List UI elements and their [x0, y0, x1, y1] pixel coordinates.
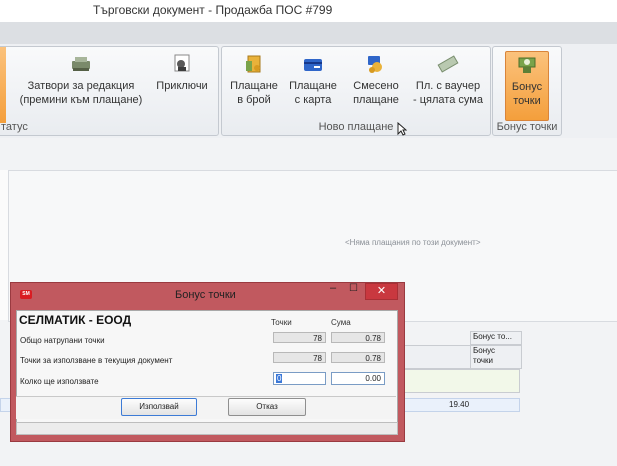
- company-name: СЕЛМАТИК - ЕООД: [19, 313, 132, 327]
- window-title-bar: Търговски документ - Продажба ПОС #799: [0, 0, 617, 22]
- mixed-payment-icon: [364, 53, 388, 75]
- voucher-line1: Пл. с ваучер: [415, 80, 481, 92]
- ribbon-group-status: Затвори за редакция (премини към плащане…: [0, 46, 219, 136]
- available-points-value: 78: [273, 352, 326, 363]
- dialog-button-row: [16, 396, 396, 419]
- grid-row-empty[interactable]: [395, 369, 520, 393]
- ribbon-group-new-payment: Плащане в брой Плащане с карта Смесено п…: [221, 46, 491, 136]
- grid-total-value: 19.40: [449, 400, 470, 409]
- card-line2: с карта: [294, 94, 332, 106]
- cash-payment-button[interactable]: Плащане в брой: [227, 51, 281, 107]
- use-points-input-value: 0: [276, 374, 283, 383]
- use-points-label: Колко ще използвате: [20, 377, 99, 386]
- column-header-sum: Сума: [331, 318, 351, 327]
- left-splitter[interactable]: [0, 170, 8, 320]
- no-payments-message: <Няма плащания по този документ>: [345, 238, 481, 247]
- close-icon[interactable]: ✕: [365, 283, 398, 300]
- mixed-line1: Смесено: [353, 80, 399, 92]
- new-payment-group-caption: Ново плащане: [318, 121, 394, 133]
- dialog-title: Бонус точки: [175, 289, 236, 301]
- grid-header-partial[interactable]: т: [395, 345, 472, 369]
- total-points-label: Общо натрупани точки: [20, 336, 105, 345]
- maximize-icon[interactable]: ☐: [349, 283, 358, 294]
- cash-icon: [242, 53, 266, 75]
- voucher-line2: - цялата сума: [413, 94, 483, 106]
- tab-strip: [0, 22, 617, 45]
- mixed-line2: плащане: [353, 94, 399, 106]
- mixed-payment-button[interactable]: Смесено плащане: [346, 51, 406, 107]
- ribbon-group-bonus: Бонус точки Бонус точки: [492, 46, 562, 136]
- voucher-payment-button[interactable]: Пл. с ваучер - цялата сума: [409, 51, 487, 107]
- bonus-line2: точки: [513, 95, 541, 107]
- close-edit-line2: (премини към плащане): [19, 94, 143, 106]
- window-title: Търговски документ - Продажба ПОС #799: [93, 3, 333, 17]
- ribbon: Затвори за редакция (премини към плащане…: [0, 44, 617, 139]
- grid-header-bonus[interactable]: Бонус точки: [470, 345, 522, 369]
- column-header-points: Точки: [271, 318, 292, 327]
- use-points-input[interactable]: 0: [273, 372, 326, 385]
- active-button-edge[interactable]: [0, 47, 6, 123]
- bonus-points-button[interactable]: Бонус точки: [505, 51, 549, 121]
- card-payment-button[interactable]: Плащане с карта: [286, 51, 340, 107]
- use-sum-input[interactable]: 0.00: [331, 372, 385, 385]
- credit-card-icon: [301, 53, 325, 75]
- app-logo-icon: SM: [20, 290, 32, 299]
- bonus-points-icon: [515, 54, 539, 76]
- close-edit-line1: Затвори за редакция: [27, 80, 135, 92]
- cancel-button[interactable]: Отказ: [228, 398, 306, 416]
- mouse-cursor-icon: [397, 121, 408, 139]
- total-sum-value: 0.78: [331, 332, 385, 343]
- bonus-group-caption: Бонус точки: [496, 121, 558, 133]
- cash-register-icon: [69, 53, 93, 75]
- cash-line2: в брой: [237, 94, 271, 106]
- available-points-label: Точки за използване в текущия документ: [20, 356, 173, 365]
- bonus-line1: Бонус: [511, 81, 543, 93]
- close-edit-button[interactable]: Затвори за редакция (премини към плащане…: [11, 51, 151, 107]
- total-points-value: 78: [273, 332, 326, 343]
- grid-header-bonus-short[interactable]: Бонус то...: [470, 331, 522, 345]
- status-group-caption: татус: [1, 121, 28, 133]
- voucher-icon: [436, 53, 460, 75]
- stamp-icon: [170, 53, 194, 75]
- grid-header-bonus-line1: Бонус: [473, 346, 496, 355]
- grid-header-bonus-line2: точки: [473, 356, 493, 365]
- finish-label: Приключи: [156, 80, 208, 92]
- minimize-icon[interactable]: –: [330, 282, 336, 294]
- available-sum-value: 0.78: [331, 352, 385, 363]
- use-button[interactable]: Използвай: [121, 398, 197, 416]
- cash-line1: Плащане: [230, 80, 278, 92]
- finish-button[interactable]: Приключи: [151, 51, 213, 93]
- card-line1: Плащане: [289, 80, 337, 92]
- dialog-status-bar: [16, 422, 398, 435]
